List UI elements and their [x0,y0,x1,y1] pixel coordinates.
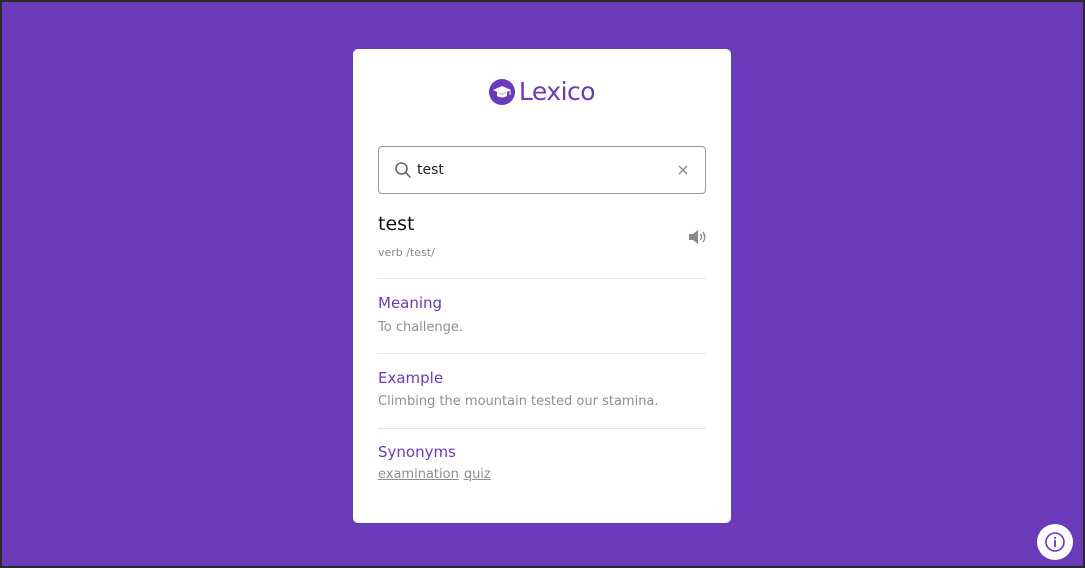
example-text: Climbing the mountain tested our stamina… [378,394,659,409]
synonym-link[interactable]: quiz [464,467,491,482]
example-title: Example [378,369,444,387]
word-phonetic: verb /test/ [378,246,435,259]
synonym-link[interactable]: examination [378,467,459,482]
divider [378,353,706,354]
dictionary-card: Lexico test verb /test/ Meaning To chall… [353,49,731,523]
graduation-cap-icon [488,78,515,105]
app-name: Lexico [518,77,596,106]
search-icon [395,162,411,178]
word-title: test [378,213,415,235]
close-icon[interactable] [675,162,691,178]
meaning-text: To challenge. [378,320,464,335]
search-box[interactable] [378,146,706,194]
speaker-icon[interactable] [688,229,708,245]
meaning-title: Meaning [378,294,443,312]
logo: Lexico [353,77,731,106]
info-button[interactable] [1037,524,1073,560]
divider [378,278,706,279]
synonyms-title: Synonyms [378,443,456,461]
search-input[interactable] [417,147,667,193]
synonyms-list: examination quiz [378,467,491,482]
divider [378,428,706,429]
info-icon [1045,532,1065,552]
